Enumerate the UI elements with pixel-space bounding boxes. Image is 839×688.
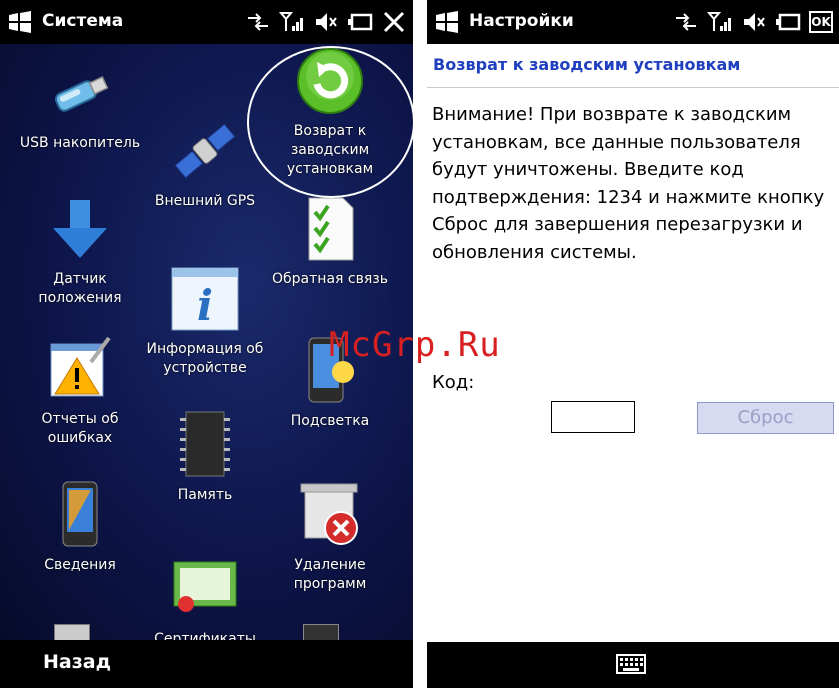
info-icon: i bbox=[171, 267, 239, 331]
code-input[interactable] bbox=[551, 401, 635, 433]
app-label: Внешний GPS bbox=[154, 193, 256, 209]
keyboard-icon[interactable] bbox=[616, 654, 646, 674]
satellite-icon bbox=[174, 123, 236, 179]
status-bar: Настройки OK bbox=[427, 0, 839, 44]
app-device-info[interactable]: i Информация об устройстве bbox=[137, 264, 273, 378]
memory-chip-icon bbox=[180, 411, 230, 477]
app-error-reports[interactable]: Отчеты об ошибках bbox=[12, 334, 148, 448]
app-feedback[interactable]: Обратная связь bbox=[262, 194, 398, 289]
app-label: Информация об устройстве bbox=[146, 341, 264, 376]
remove-program-icon bbox=[300, 483, 358, 545]
warning-icon bbox=[50, 336, 111, 397]
app-label: Память bbox=[177, 487, 233, 503]
close-icon[interactable] bbox=[381, 9, 407, 35]
phone-icon bbox=[62, 481, 98, 547]
app-usb-storage[interactable]: USB накопитель bbox=[12, 58, 148, 153]
soft-key-bar: Назад bbox=[0, 640, 413, 688]
app-label: Подсветка bbox=[290, 413, 370, 429]
windows-start-icon[interactable] bbox=[8, 11, 32, 33]
header-divider bbox=[427, 87, 839, 88]
battery-icon[interactable] bbox=[347, 9, 373, 35]
app-label: Сведения bbox=[44, 557, 116, 573]
page-header: Возврат к заводским установкам bbox=[433, 55, 741, 74]
reset-button[interactable]: Сброс bbox=[697, 402, 834, 434]
app-label: USB накопитель bbox=[19, 135, 141, 151]
screen-title: Система bbox=[42, 11, 124, 31]
screen-title: Настройки bbox=[469, 11, 574, 31]
usb-drive-icon bbox=[54, 76, 109, 112]
ok-button[interactable]: OK bbox=[809, 11, 833, 33]
highlight-circle bbox=[247, 46, 413, 198]
app-memory[interactable]: Память bbox=[137, 410, 273, 505]
watermark: McGrp.Ru bbox=[329, 325, 501, 365]
windows-start-icon[interactable] bbox=[435, 11, 459, 33]
back-button[interactable]: Назад bbox=[43, 651, 111, 673]
warning-message: Внимание! При возврате к заводским устан… bbox=[432, 104, 825, 263]
app-position-sensor[interactable]: Датчик положения bbox=[12, 194, 148, 308]
connectivity-icon[interactable] bbox=[673, 9, 699, 35]
svg-text:i: i bbox=[197, 281, 213, 330]
app-label: Отчеты об ошибках bbox=[41, 411, 119, 446]
volume-icon[interactable] bbox=[741, 9, 767, 35]
signal-icon[interactable] bbox=[707, 9, 733, 35]
app-label: Удаление программ bbox=[293, 557, 367, 592]
connectivity-icon[interactable] bbox=[245, 9, 271, 35]
app-certificates[interactable]: Сертификаты bbox=[137, 554, 273, 649]
app-about[interactable]: Сведения bbox=[12, 480, 148, 575]
status-bar: Система bbox=[0, 0, 413, 44]
code-label: Код: bbox=[432, 372, 475, 393]
soft-key-bar bbox=[427, 642, 839, 688]
app-label: Обратная связь bbox=[272, 271, 388, 287]
down-arrow-icon bbox=[53, 200, 107, 258]
checklist-icon bbox=[308, 197, 354, 261]
battery-icon[interactable] bbox=[775, 9, 801, 35]
app-label: Датчик положения bbox=[38, 271, 122, 306]
certificate-icon bbox=[173, 561, 237, 612]
app-remove-programs[interactable]: Удаление программ bbox=[262, 480, 398, 594]
volume-icon[interactable] bbox=[313, 9, 339, 35]
signal-icon[interactable] bbox=[279, 9, 305, 35]
